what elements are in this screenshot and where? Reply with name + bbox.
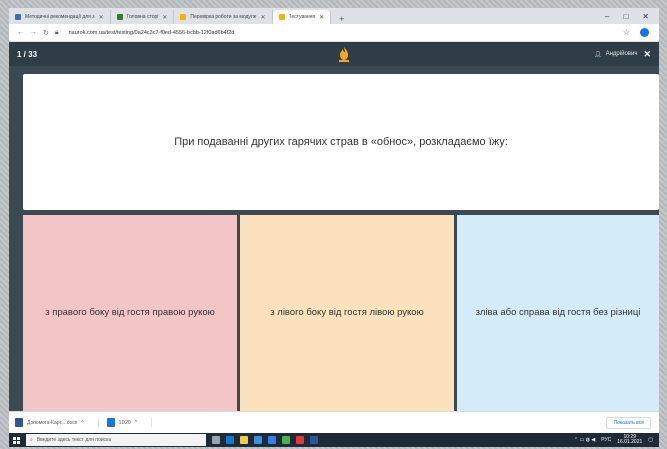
notifications-icon[interactable]: ▢ xyxy=(648,437,653,443)
language-indicator[interactable]: РУС xyxy=(601,437,611,443)
mail-icon[interactable] xyxy=(268,436,276,444)
tab-favicon-icon xyxy=(278,14,285,20)
chrome-icon[interactable] xyxy=(296,436,304,444)
quiz-content: При подаванні других гарячих страв в «об… xyxy=(9,66,659,411)
explorer-icon[interactable] xyxy=(240,436,248,444)
tray-icons[interactable]: ⌃ ▭ ◍ ◀︎ xyxy=(574,437,595,443)
browser-tab-active[interactable]: Тестування ✕ xyxy=(272,10,332,24)
question-text: При подаванні других гарячих страв в «об… xyxy=(174,136,508,148)
tab-label: Головна сторі xyxy=(126,14,159,20)
question-card: При подаванні других гарячих страв в «об… xyxy=(23,74,659,210)
system-tray: ⌃ ▭ ◍ ◀︎ РУС 10:29 16.01.2021 ▢ xyxy=(574,434,659,446)
user-name: Андрійович xyxy=(605,51,638,57)
answer-option-1[interactable]: з правого боку від гостя правою рукою xyxy=(23,215,237,411)
download-item[interactable]: 1D20 ^ xyxy=(106,418,152,427)
download-bar: Допомога-Карт....docx ^ 1D20 ^ Показать … xyxy=(9,411,659,433)
maximize-icon[interactable]: □ xyxy=(623,12,628,21)
url-field[interactable]: naurok.com.ua/test/testing/0a24c3c7-f0ed… xyxy=(69,30,235,36)
store-icon[interactable] xyxy=(254,436,262,444)
chevron-up-icon[interactable]: ^ xyxy=(135,420,137,426)
profile-avatar[interactable] xyxy=(640,28,649,37)
browser-tab-strip: Методичні рекомендації для з ✕ Головна с… xyxy=(9,8,659,24)
tab-close-icon[interactable]: ✕ xyxy=(319,14,324,21)
back-icon[interactable]: ← xyxy=(17,29,24,36)
word-file-icon xyxy=(15,418,23,427)
browser-tab[interactable]: Перевірка роботи за модуле ✕ xyxy=(174,10,273,24)
close-window-icon[interactable]: ✕ xyxy=(642,12,649,21)
answer-text: зліва або справа від гостя без різниці xyxy=(475,306,641,318)
user-icon: 👤︎ xyxy=(593,51,602,58)
reload-icon[interactable]: ↻ xyxy=(43,29,49,37)
tab-favicon-icon xyxy=(116,14,123,20)
answer-option-3[interactable]: зліва або справа від гостя без різниці xyxy=(457,215,659,411)
address-bar-actions: ☆ xyxy=(623,28,659,37)
quiz-header: 1 / 33 👤︎ Андрійович ✕ xyxy=(9,42,659,66)
chevron-up-icon[interactable]: ^ xyxy=(81,420,83,426)
browser-tab[interactable]: Методичні рекомендації для з ✕ xyxy=(9,10,111,24)
app-icon[interactable] xyxy=(282,436,290,444)
new-tab-button[interactable]: + xyxy=(331,14,352,24)
edge-icon[interactable] xyxy=(226,436,234,444)
windows-start-icon[interactable] xyxy=(13,436,20,444)
address-bar: ← → ↻ 🔒︎ naurok.com.ua/test/testing/0a24… xyxy=(9,24,659,42)
question-counter: 1 / 33 xyxy=(17,49,38,59)
browser-tab[interactable]: Головна сторі ✕ xyxy=(111,10,175,24)
word-icon[interactable] xyxy=(310,436,318,444)
task-view-icon[interactable] xyxy=(212,436,220,444)
show-all-downloads-button[interactable]: Показать все xyxy=(606,416,651,429)
tab-label: Тестування xyxy=(288,14,316,20)
lock-icon[interactable]: 🔒︎ xyxy=(55,29,59,37)
window-controls: – □ ✕ xyxy=(605,12,659,21)
tab-close-icon[interactable]: ✕ xyxy=(261,14,266,21)
download-item[interactable]: Допомога-Карт....docx ^ xyxy=(15,418,99,427)
tab-favicon-icon xyxy=(180,14,187,20)
search-placeholder: Введите здесь текст для поиска xyxy=(36,437,112,443)
file-icon xyxy=(106,418,115,427)
tab-close-icon[interactable]: ✕ xyxy=(162,14,167,21)
taskbar-search[interactable]: ⌕ Введите здесь текст для поиска xyxy=(26,434,206,446)
windows-taskbar: ⌕ Введите здесь текст для поиска ⌃ ▭ ◍ ◀… xyxy=(9,433,659,447)
flame-logo-icon xyxy=(339,47,349,62)
minimize-icon[interactable]: – xyxy=(605,12,609,21)
answer-option-2[interactable]: з лівого боку від гостя лівою рукою xyxy=(240,215,454,411)
clock[interactable]: 10:29 16.01.2021 xyxy=(617,434,643,446)
download-label: Допомога-Карт....docx xyxy=(27,419,78,426)
close-quiz-icon[interactable]: ✕ xyxy=(643,49,651,60)
answer-text: з правого боку від гостя правою рукою xyxy=(45,306,215,318)
answer-text: з лівого боку від гостя лівою рукою xyxy=(270,306,424,318)
clock-date: 16.01.2021 xyxy=(617,439,643,445)
tab-label: Методичні рекомендації для з xyxy=(25,14,95,20)
tab-label: Перевірка роботи за модуле xyxy=(190,14,257,20)
tab-close-icon[interactable]: ✕ xyxy=(99,14,104,21)
search-icon: ⌕ xyxy=(30,437,33,443)
screen: Методичні рекомендації для з ✕ Головна с… xyxy=(9,8,659,447)
user-menu[interactable]: 👤︎ Андрійович xyxy=(594,51,637,58)
download-label: 1D20 xyxy=(118,419,131,426)
bookmark-star-icon[interactable]: ☆ xyxy=(623,28,630,37)
forward-icon[interactable]: → xyxy=(30,29,37,36)
tab-favicon-icon xyxy=(15,14,21,20)
